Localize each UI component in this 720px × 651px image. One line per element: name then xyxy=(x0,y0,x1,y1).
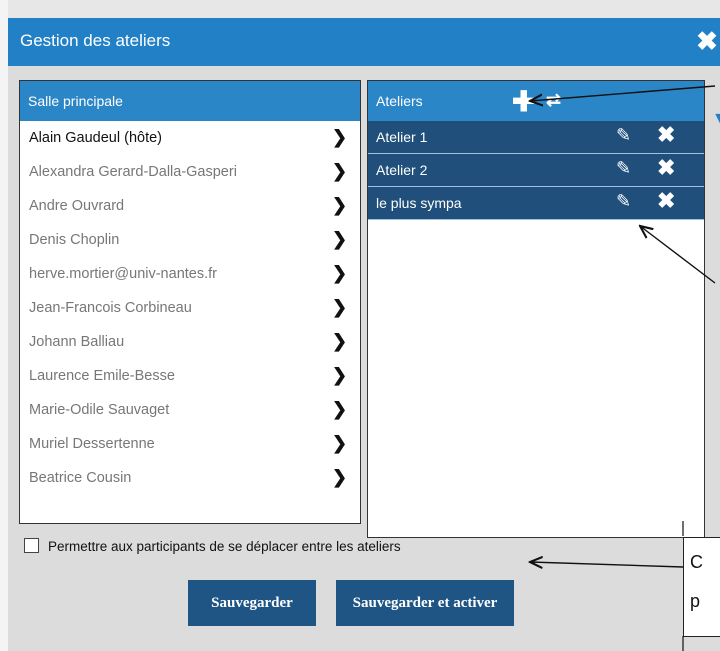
arrow-to-checkbox-label xyxy=(530,562,684,567)
arrow-to-add-icon xyxy=(530,85,716,101)
annotation-arrows xyxy=(0,85,716,651)
arrow-to-edit-icon xyxy=(640,226,716,284)
